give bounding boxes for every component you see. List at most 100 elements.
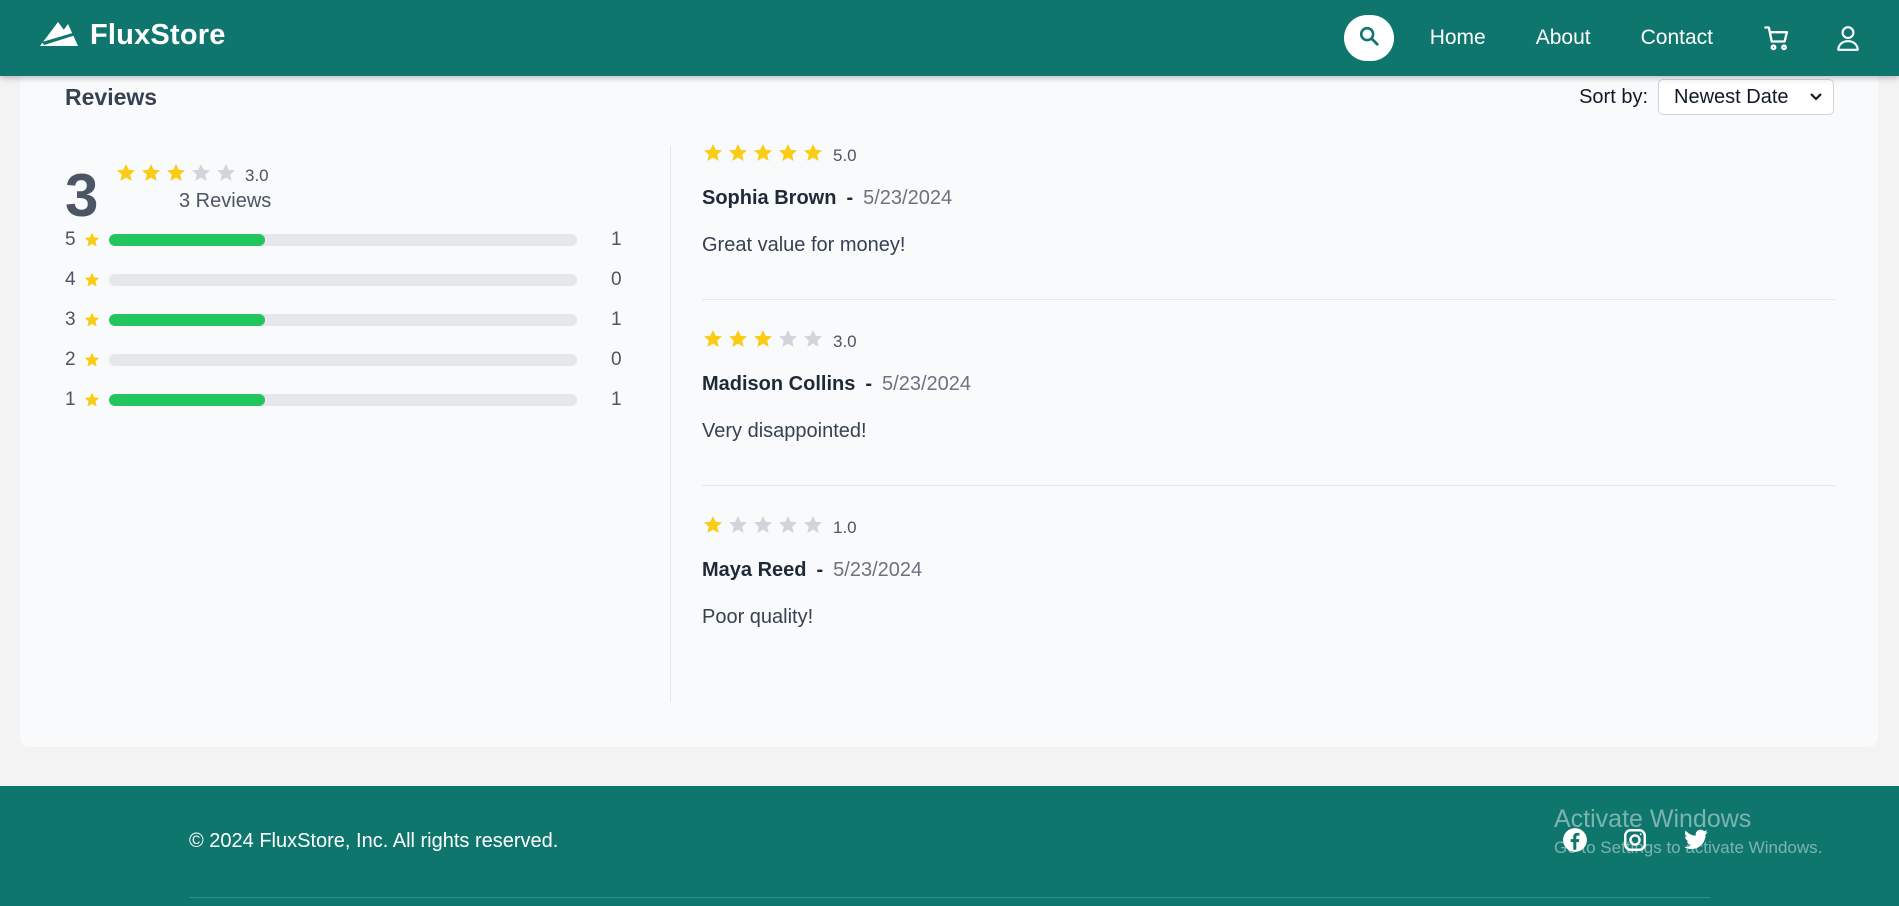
star-filled-icon xyxy=(777,142,799,169)
distribution-row: 51 xyxy=(65,220,625,260)
star-empty-icon xyxy=(802,328,824,355)
distribution-count: 0 xyxy=(611,349,622,370)
star-icon xyxy=(83,231,101,249)
star-filled-icon xyxy=(752,328,774,355)
twitter-icon[interactable] xyxy=(1682,827,1710,853)
reviews-title: Reviews xyxy=(65,84,158,110)
distribution-star-label: 1 xyxy=(65,389,76,410)
star-filled-icon xyxy=(140,162,162,189)
star-filled-icon xyxy=(115,162,137,189)
review-date: 5/23/2024 xyxy=(863,187,953,209)
review-date: 5/23/2024 xyxy=(882,373,971,395)
brand-logo[interactable]: FluxStore xyxy=(38,18,226,53)
distribution-count: 1 xyxy=(611,389,622,410)
star-filled-icon xyxy=(727,142,749,169)
review-meta: Sophia Brown - 5/23/2024 xyxy=(702,187,1835,210)
review-rating-value: 3.0 xyxy=(833,331,857,351)
meta-separator: - xyxy=(816,559,824,581)
facebook-icon[interactable] xyxy=(1562,827,1588,853)
distribution-bar-fill xyxy=(109,394,265,406)
footer-divider xyxy=(189,897,1710,898)
star-empty-icon xyxy=(190,162,212,189)
logo-icon xyxy=(38,18,80,53)
star-icon xyxy=(83,311,101,329)
distribution-star-label: 5 xyxy=(65,229,76,250)
review-stars: 1.0 xyxy=(702,514,1835,541)
review-text: Very disappointed! xyxy=(702,420,867,442)
nav-about[interactable]: About xyxy=(1536,26,1591,50)
average-rating-big: 3 xyxy=(65,162,99,229)
average-stars: 3.0 xyxy=(115,162,269,189)
review-item: 5.0 Sophia Brown - 5/23/2024 Great value… xyxy=(702,142,1835,257)
reviews-card: Reviews Sort by: Newest Date 3 3.0 3 Rev… xyxy=(20,60,1878,747)
star-filled-icon xyxy=(802,142,824,169)
distribution-row: 11 xyxy=(65,380,625,420)
distribution-bar xyxy=(109,234,577,246)
review-divider xyxy=(702,299,1835,300)
instagram-icon[interactable] xyxy=(1622,827,1648,853)
star-icon xyxy=(83,271,101,289)
review-stars: 3.0 xyxy=(702,328,1835,355)
review-star-icons xyxy=(702,328,824,355)
search-icon xyxy=(1358,25,1380,52)
social-links xyxy=(1562,827,1710,853)
reviewer-name: Madison Collins xyxy=(702,373,856,395)
distribution-bar xyxy=(109,274,577,286)
review-rating-value: 1.0 xyxy=(833,517,857,537)
star-empty-icon xyxy=(777,328,799,355)
reviewer-name: Sophia Brown xyxy=(702,187,837,209)
star-empty-icon xyxy=(727,514,749,541)
review-stars: 5.0 xyxy=(702,142,1835,169)
distribution-row: 31 xyxy=(65,300,625,340)
review-text: Poor quality! xyxy=(702,606,814,628)
review-star-icons xyxy=(702,142,824,169)
nav-contact[interactable]: Contact xyxy=(1641,26,1713,50)
distribution-bar-fill xyxy=(109,234,265,246)
average-star-icons xyxy=(115,162,237,189)
distribution-count: 1 xyxy=(611,309,622,330)
sort-selected-value: Newest Date xyxy=(1674,85,1789,108)
star-filled-icon xyxy=(727,328,749,355)
cart-icon[interactable] xyxy=(1763,24,1791,52)
star-empty-icon xyxy=(802,514,824,541)
distribution-bar xyxy=(109,354,577,366)
sort-control: Sort by: Newest Date xyxy=(1579,79,1834,115)
meta-separator: - xyxy=(846,187,854,209)
distribution-row: 20 xyxy=(65,340,625,380)
review-count: 3 Reviews xyxy=(179,190,272,212)
distribution-bar-fill xyxy=(109,314,265,326)
star-empty-icon xyxy=(752,514,774,541)
star-filled-icon xyxy=(165,162,187,189)
nav-home[interactable]: Home xyxy=(1430,26,1486,50)
star-filled-icon xyxy=(702,328,724,355)
copyright-text: © 2024 FluxStore, Inc. All rights reserv… xyxy=(189,830,559,852)
site-footer: © 2024 FluxStore, Inc. All rights reserv… xyxy=(0,786,1899,906)
review-meta: Maya Reed - 5/23/2024 xyxy=(702,559,1835,582)
distribution-star-label: 3 xyxy=(65,309,76,330)
reviewer-name: Maya Reed xyxy=(702,559,807,581)
distribution-bar xyxy=(109,394,577,406)
review-meta: Madison Collins - 5/23/2024 xyxy=(702,373,1835,396)
distribution-row: 40 xyxy=(65,260,625,300)
distribution-bar xyxy=(109,314,577,326)
star-icon xyxy=(83,351,101,369)
sort-label: Sort by: xyxy=(1579,85,1648,108)
star-filled-icon xyxy=(752,142,774,169)
chevron-down-icon xyxy=(1809,86,1823,109)
review-date: 5/23/2024 xyxy=(833,559,923,581)
review-rating-value: 5.0 xyxy=(833,145,857,165)
distribution-star-label: 2 xyxy=(65,349,76,370)
average-rating-value: 3.0 xyxy=(245,165,269,185)
main-nav: Home About Contact xyxy=(1343,0,1861,76)
search-button[interactable] xyxy=(1343,15,1394,61)
star-filled-icon xyxy=(702,514,724,541)
distribution-star-label: 4 xyxy=(65,269,76,290)
star-icon xyxy=(83,391,101,409)
site-header: FluxStore Home About Contact xyxy=(0,0,1899,76)
star-empty-icon xyxy=(215,162,237,189)
review-item: 3.0 Madison Collins - 5/23/2024 Very dis… xyxy=(702,328,1835,443)
sort-select[interactable]: Newest Date xyxy=(1658,79,1834,115)
distribution-count: 0 xyxy=(611,269,622,290)
user-icon[interactable] xyxy=(1835,24,1861,52)
brand-name: FluxStore xyxy=(90,19,226,51)
